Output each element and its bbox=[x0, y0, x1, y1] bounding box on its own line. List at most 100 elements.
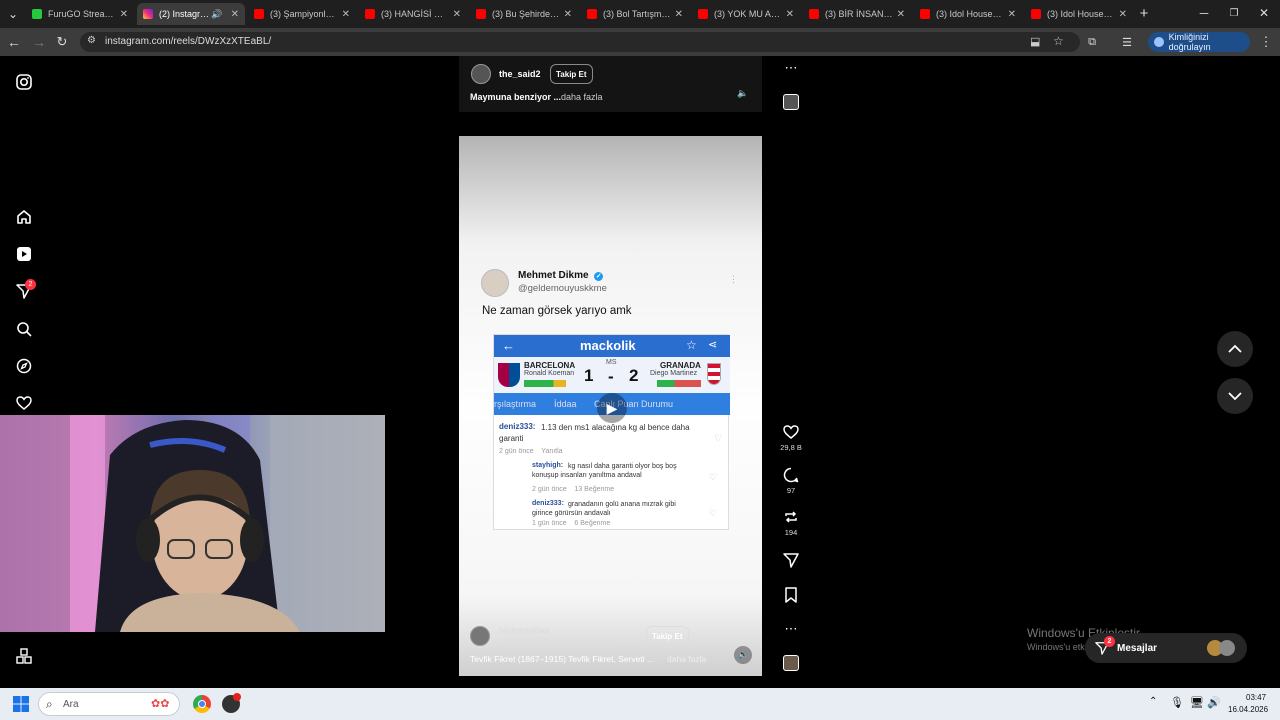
score-dash: - bbox=[608, 367, 614, 386]
browser-menu-icon[interactable]: ⋮ bbox=[1258, 34, 1274, 50]
toolbar: ← → ↻ ⚙ instagram.com/reels/DWzXzXTEaBL/… bbox=[0, 28, 1280, 56]
close-tab-icon[interactable]: ✕ bbox=[786, 9, 794, 20]
address-bar[interactable]: ⚙ instagram.com/reels/DWzXzXTEaBL/ ⬓ ☆ bbox=[80, 32, 1080, 52]
speaker-icon[interactable]: 🔈 bbox=[734, 646, 752, 664]
site-info-icon[interactable]: ⚙ bbox=[87, 35, 96, 46]
tab-youtube-8[interactable]: (3) Idol House | Tr ✕ bbox=[1025, 3, 1133, 25]
comment-count: 97 bbox=[786, 486, 796, 495]
microphone-icon[interactable]: 🎙 bbox=[1170, 696, 1184, 709]
reel-username[interactable]: the_said2 bbox=[499, 69, 541, 79]
close-tab-icon[interactable]: ✕ bbox=[1119, 9, 1127, 20]
star-icon: ☆ bbox=[686, 338, 697, 352]
avatar[interactable] bbox=[471, 64, 491, 84]
close-tab-icon[interactable]: ✕ bbox=[1008, 9, 1016, 20]
avatar[interactable] bbox=[470, 626, 490, 646]
tab-search-chevron-icon[interactable]: ⌄ bbox=[5, 6, 21, 22]
more-link[interactable]: daha fazla bbox=[561, 92, 603, 102]
close-tab-icon[interactable]: ✕ bbox=[675, 9, 683, 20]
youtube-favicon-icon bbox=[476, 9, 486, 19]
notifications-heart-icon[interactable] bbox=[15, 394, 33, 412]
save-button[interactable] bbox=[778, 586, 804, 604]
taskbar-search[interactable]: ⌕ Ara ✿✿ bbox=[38, 692, 180, 716]
network-icon[interactable]: 🖥 bbox=[1190, 696, 1204, 709]
reel-author[interactable]: bicirmanitaa bbox=[499, 625, 549, 635]
share-button[interactable] bbox=[778, 551, 804, 569]
tab-youtube-2[interactable]: (3) HANGİSİ GERÇ ✕ bbox=[359, 3, 467, 25]
more-options-icon[interactable]: ⋯ bbox=[778, 59, 804, 77]
instagram-logo-icon[interactable] bbox=[15, 73, 33, 91]
current-reel[interactable]: Mehmet Dikme ✓ @geldemouyuskkme ⋮ Ne zam… bbox=[459, 136, 762, 676]
repost-button[interactable]: 194 bbox=[778, 508, 804, 537]
identity-button[interactable]: Kimliğinizi doğrulayın bbox=[1148, 32, 1250, 52]
close-tab-icon[interactable]: ✕ bbox=[453, 9, 461, 20]
back-icon[interactable]: ← bbox=[6, 34, 22, 50]
reading-list-icon[interactable]: ☰ bbox=[1119, 34, 1135, 50]
forward-icon[interactable]: → bbox=[31, 34, 47, 50]
reload-icon[interactable]: ↻ bbox=[54, 34, 70, 50]
close-tab-icon[interactable]: ✕ bbox=[342, 9, 350, 20]
like-button[interactable]: 29,8 B bbox=[778, 423, 804, 452]
volume-icon[interactable]: 🔊 bbox=[1207, 696, 1221, 709]
speaker-icon[interactable]: 🔈 bbox=[737, 88, 748, 99]
clock-date[interactable]: 16.04.2026 bbox=[1228, 705, 1268, 714]
restore-icon[interactable]: ❐ bbox=[1226, 5, 1242, 21]
install-app-icon[interactable]: ⬓ bbox=[1030, 35, 1040, 48]
new-tab-icon[interactable]: + bbox=[1136, 5, 1152, 22]
tab-youtube-6[interactable]: (3) BİR İNSAN UY ✕ bbox=[803, 3, 911, 25]
direct-messages-icon[interactable]: 2 bbox=[15, 279, 36, 300]
audio-track[interactable]: & Lennox · Yo Voy (feat. Yankee) bbox=[507, 637, 609, 644]
tab-instagram[interactable]: (2) Instagram 🔊 ✕ bbox=[137, 3, 245, 25]
next-reel-button[interactable] bbox=[1217, 378, 1253, 414]
play-icon[interactable]: ▶ bbox=[597, 393, 627, 423]
messages-button[interactable]: 2 Mesajlar bbox=[1085, 633, 1247, 663]
app-icon[interactable] bbox=[222, 693, 241, 713]
barcelona-crest-icon bbox=[498, 363, 520, 387]
minimize-icon[interactable]: ─ bbox=[1196, 5, 1212, 21]
audio-thumbnail[interactable] bbox=[778, 654, 804, 672]
tab-youtube-4[interactable]: (3) Bol Tartışmalı ✕ bbox=[581, 3, 689, 25]
speaker-icon[interactable]: 🔊 bbox=[211, 9, 222, 20]
comment-button[interactable]: 97 bbox=[778, 466, 804, 495]
previous-reel-button[interactable] bbox=[1217, 331, 1253, 367]
messages-label: Mesajlar bbox=[1117, 642, 1158, 654]
more-options-icon[interactable]: ⋯ bbox=[778, 620, 804, 638]
tab-furugo[interactable]: FuruGO Stream - ✕ bbox=[26, 3, 134, 25]
more-apps-icon[interactable] bbox=[15, 647, 33, 665]
tab-youtube-5[interactable]: (3) YOK MU ARTIK ✕ bbox=[692, 3, 800, 25]
tab-title: (3) Idol House | Tr bbox=[936, 9, 1004, 19]
youtube-favicon-icon bbox=[365, 9, 375, 19]
tab-youtube-1[interactable]: (3) Şampiyonlar L ✕ bbox=[248, 3, 356, 25]
youtube-favicon-icon bbox=[698, 9, 708, 19]
explore-icon[interactable] bbox=[15, 357, 33, 375]
close-tab-icon[interactable]: ✕ bbox=[120, 9, 128, 20]
search-icon[interactable] bbox=[15, 320, 33, 338]
reels-icon[interactable] bbox=[15, 245, 33, 263]
tab-youtube-3[interactable]: (3) Bu Şehirde Hi ✕ bbox=[470, 3, 578, 25]
heart-icon bbox=[778, 423, 804, 441]
youtube-favicon-icon bbox=[254, 9, 264, 19]
comment-text: 1.13 den ms1 alacağına kg al bence daha … bbox=[499, 423, 690, 443]
bookmark-star-icon[interactable]: ☆ bbox=[1053, 34, 1064, 48]
extensions-icon[interactable]: ⧉ bbox=[1084, 34, 1100, 50]
home-icon[interactable] bbox=[15, 208, 33, 226]
close-tab-icon[interactable]: ✕ bbox=[231, 9, 239, 20]
tab-youtube-7[interactable]: (3) Idol House | Tr ✕ bbox=[914, 3, 1022, 25]
clock-time[interactable]: 03:47 bbox=[1246, 693, 1266, 702]
granada-crest-icon bbox=[707, 363, 721, 385]
close-window-icon[interactable]: ✕ bbox=[1256, 5, 1272, 21]
close-tab-icon[interactable]: ✕ bbox=[564, 9, 572, 20]
send-icon bbox=[778, 551, 804, 569]
close-tab-icon[interactable]: ✕ bbox=[897, 9, 905, 20]
comment-meta: 2 gün önce Yanıtla bbox=[499, 448, 563, 455]
previous-reel[interactable]: the_said2 Takip Et Maymuna benziyor ... … bbox=[459, 56, 762, 112]
verified-icon: ✓ bbox=[594, 272, 604, 281]
windows-start-icon[interactable] bbox=[13, 696, 29, 712]
chevron-up-icon[interactable]: ⌃ bbox=[1149, 696, 1157, 707]
chrome-icon[interactable] bbox=[193, 695, 211, 713]
youtube-favicon-icon bbox=[587, 9, 597, 19]
more-link[interactable]: daha fazla bbox=[667, 654, 706, 664]
comment-meta: 2 gün önce 13 Beğenme bbox=[532, 486, 615, 493]
follow-button[interactable]: Takip Et bbox=[550, 64, 593, 84]
follow-button[interactable]: Takip Et bbox=[646, 626, 689, 646]
audio-thumbnail[interactable] bbox=[778, 93, 804, 111]
